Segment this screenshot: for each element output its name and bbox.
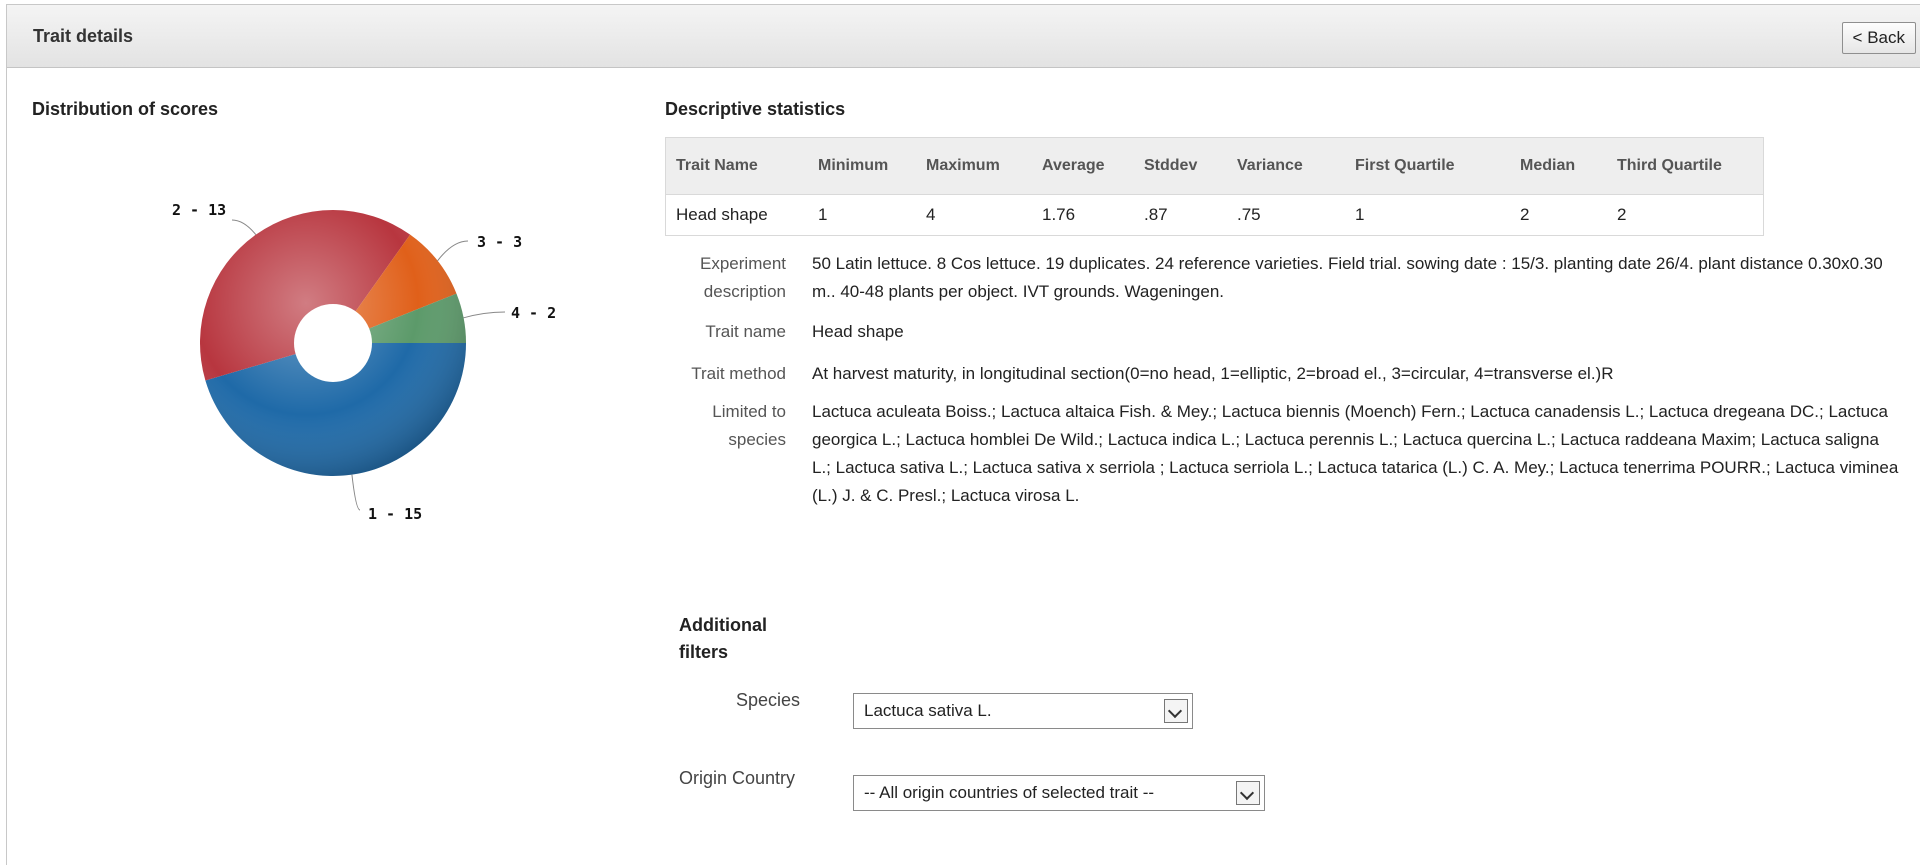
cell-first-quartile: 1 (1355, 205, 1365, 224)
table-row: Head shape 1 4 1.76 .87 .75 1 2 2 (666, 195, 1764, 236)
pie-label-4: 4 - 2 (511, 304, 556, 322)
chevron-down-icon[interactable] (1164, 699, 1188, 723)
species-select-value: Lactuca sativa L. (864, 701, 992, 720)
table-header-row: Trait Name Minimum Maximum Average Stdde… (665, 137, 1764, 195)
cell-minimum: 1 (818, 205, 828, 224)
trait-method-value: At harvest maturity, in longitudinal sec… (812, 364, 1614, 383)
trait-name-value: Head shape (812, 322, 904, 341)
pie-leader-line-2 (231, 219, 257, 235)
trait-name-label: Trait name (705, 322, 786, 341)
origin-country-select-value: -- All origin countries of selected trai… (864, 783, 1155, 802)
cell-median: 2 (1520, 205, 1530, 224)
chevron-down-icon[interactable] (1236, 781, 1260, 805)
pie-leader-line-3 (437, 240, 469, 262)
trait-method-row: Trait method At harvest maturity, in lon… (665, 360, 1905, 388)
pie-label-1: 1 - 15 (368, 505, 422, 523)
donut-hole (294, 304, 372, 382)
cell-variance: .75 (1237, 205, 1261, 224)
header-variance: Variance (1227, 137, 1345, 195)
species-row: Limited to species Lactuca aculeata Bois… (665, 398, 1905, 510)
experiment-value: 50 Latin lettuce. 8 Cos lettuce. 19 dupl… (812, 254, 1883, 301)
pie-leader-line-1 (351, 474, 361, 511)
header-third-quartile: Third Quartile (1607, 137, 1764, 195)
pie-label-3: 3 - 3 (477, 233, 522, 251)
header-first-quartile: First Quartile (1345, 137, 1510, 195)
additional-filters-title: Additional filters (679, 612, 789, 666)
trait-details: Experiment description 50 Latin lettuce.… (665, 250, 1905, 520)
distribution-donut-chart: 2 - 13 3 - 3 4 - 2 1 - 15 (172, 201, 556, 523)
header-average: Average (1032, 137, 1134, 195)
species-limit-label: Limited to species (712, 402, 786, 449)
cell-average: 1.76 (1042, 205, 1076, 224)
cell-stddev: .87 (1144, 205, 1168, 224)
pie-leader-line-4 (463, 311, 506, 319)
cell-trait-name: Head shape (676, 205, 768, 224)
origin-country-label: Origin Country (679, 768, 796, 788)
cell-maximum: 4 (926, 205, 936, 224)
header-minimum: Minimum (808, 137, 916, 195)
species-limit-value: Lactuca aculeata Boiss.; Lactuca altaica… (812, 402, 1899, 505)
experiment-row: Experiment description 50 Latin lettuce.… (665, 250, 1905, 306)
trait-method-label: Trait method (691, 364, 786, 383)
header-trait-name: Trait Name (665, 137, 808, 195)
header-maximum: Maximum (916, 137, 1032, 195)
header-median: Median (1510, 137, 1607, 195)
pie-label-2: 2 - 13 (172, 201, 226, 219)
species-filter-label: Species (736, 690, 801, 710)
additional-filters-text: Additional filters (679, 615, 767, 662)
species-select[interactable]: Lactuca sativa L. (853, 693, 1193, 729)
statistics-table: Trait Name Minimum Maximum Average Stdde… (665, 137, 1764, 236)
experiment-label: Experiment description (700, 254, 786, 301)
trait-name-row: Trait name Head shape (665, 318, 1905, 346)
header-stddev: Stddev (1134, 137, 1227, 195)
origin-country-select[interactable]: -- All origin countries of selected trai… (853, 775, 1265, 811)
statistics-title: Descriptive statistics (665, 99, 846, 119)
back-button[interactable]: < Back (1841, 22, 1916, 54)
cell-third-quartile: 2 (1617, 205, 1627, 224)
